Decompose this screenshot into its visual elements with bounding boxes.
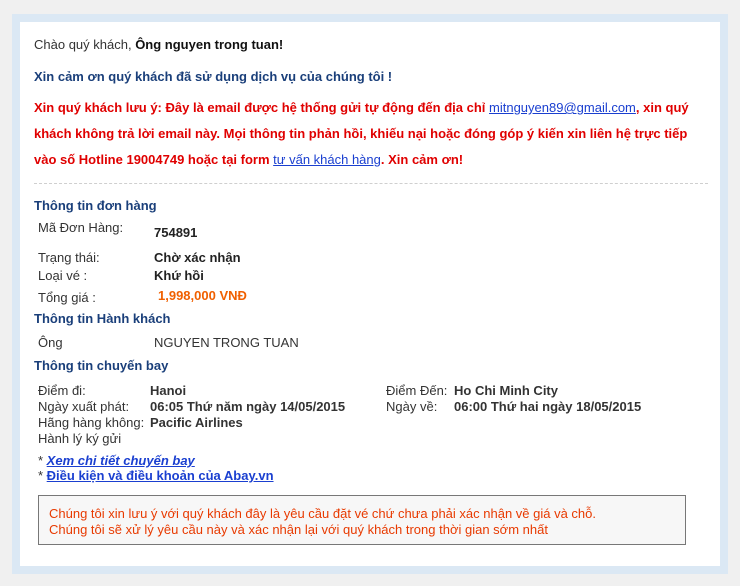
auto-email-notice: Xin quý khách lưu ý: Đây là email được h…	[34, 95, 708, 173]
passenger-name: NGUYEN TRONG TUAN	[154, 335, 299, 350]
to-label: Điểm Đến:	[386, 383, 448, 398]
divider	[34, 183, 708, 184]
ticket-type-row: Loại vé : Khứ hồi	[38, 267, 247, 285]
return-value: 06:00 Thứ hai ngày 18/05/2015	[454, 399, 642, 414]
customer-name: Ông nguyen trong tuan!	[135, 37, 284, 52]
flight-details-item: * Xem chi tiết chuyến bay	[38, 453, 708, 468]
email-body: Chào quý khách, Ông nguyen trong tuan! X…	[20, 22, 720, 566]
order-code-row: Mã Đơn Hàng: 754891	[38, 219, 247, 249]
ticket-type-label: Loại vé :	[38, 268, 88, 283]
flight-info: Điểm đi: Hanoi Điểm Đến: Ho Chi Minh Cit…	[38, 383, 708, 446]
links-list: * Xem chi tiết chuyến bay * Điều kiện và…	[38, 453, 708, 483]
bullet: *	[38, 453, 47, 468]
to-value: Ho Chi Minh City	[454, 383, 558, 398]
passenger-row: Ông NGUYEN TRONG TUAN	[38, 334, 299, 352]
email-frame: Chào quý khách, Ông nguyen trong tuan! X…	[12, 14, 728, 574]
depart-value: 06:05 Thứ năm ngày 14/05/2015	[150, 399, 346, 414]
airline-label: Hãng hàng không:	[38, 415, 145, 430]
greeting: Chào quý khách, Ông nguyen trong tuan!	[34, 36, 708, 54]
order-status-row: Trạng thái: Chờ xác nhận	[38, 249, 247, 267]
greeting-prefix: Chào quý khách,	[34, 37, 136, 52]
total-price-label: Tổng giá :	[38, 290, 96, 305]
baggage-label: Hành lý ký gửi	[38, 431, 122, 446]
terms-item: * Điều kiện và điều khoản của Abay.vn	[38, 468, 708, 483]
order-info-table: Mã Đơn Hàng: 754891 Trạng thái: Chờ xác …	[38, 219, 247, 307]
total-price-value: 1,998,000 VNĐ	[158, 288, 247, 303]
terms-link[interactable]: Điều kiện và điều khoản của Abay.vn	[47, 468, 274, 483]
customer-support-link[interactable]: tư vấn khách hàng	[273, 152, 381, 167]
order-status-value: Chờ xác nhận	[154, 250, 241, 265]
warning-line-1: Chúng tôi xin lưu ý với quý khách đây là…	[49, 506, 597, 521]
thanks-message: Xin cảm ơn quý khách đã sử dụng dịch vụ …	[34, 69, 393, 84]
return-label: Ngày về:	[386, 399, 438, 414]
warning-box: Chúng tôi xin lưu ý với quý khách đây là…	[38, 495, 686, 545]
from-value: Hanoi	[150, 383, 187, 398]
from-label: Điểm đi:	[38, 383, 86, 398]
order-code-label: Mã Đơn Hàng:	[38, 220, 124, 235]
email-link[interactable]: mitnguyen89@gmail.com	[489, 100, 636, 115]
ticket-type-value: Khứ hồi	[154, 268, 204, 283]
warning-line-2: Chúng tôi sẽ xử lý yêu cầu này và xác nh…	[49, 522, 548, 537]
passenger-info-table: Ông NGUYEN TRONG TUAN	[38, 334, 299, 352]
total-price-row: Tổng giá : 1,998,000 VNĐ	[38, 285, 247, 307]
order-status-label: Trạng thái:	[38, 250, 100, 265]
order-section-title: Thông tin đơn hàng	[34, 198, 157, 213]
bullet: *	[38, 468, 47, 483]
passenger-section-title: Thông tin Hành khách	[34, 311, 171, 326]
passenger-salutation: Ông	[38, 335, 63, 350]
flight-details-link[interactable]: Xem chi tiết chuyến bay	[47, 453, 195, 468]
flight-section-title: Thông tin chuyến bay	[34, 358, 169, 373]
depart-label: Ngày xuất phát:	[38, 399, 130, 414]
notice-part1: Xin quý khách lưu ý: Đây là email được h…	[34, 100, 490, 115]
notice-part3: . Xin cảm ơn!	[380, 152, 464, 167]
order-code-value: 754891	[154, 225, 198, 240]
airline-value: Pacific Airlines	[150, 415, 243, 430]
